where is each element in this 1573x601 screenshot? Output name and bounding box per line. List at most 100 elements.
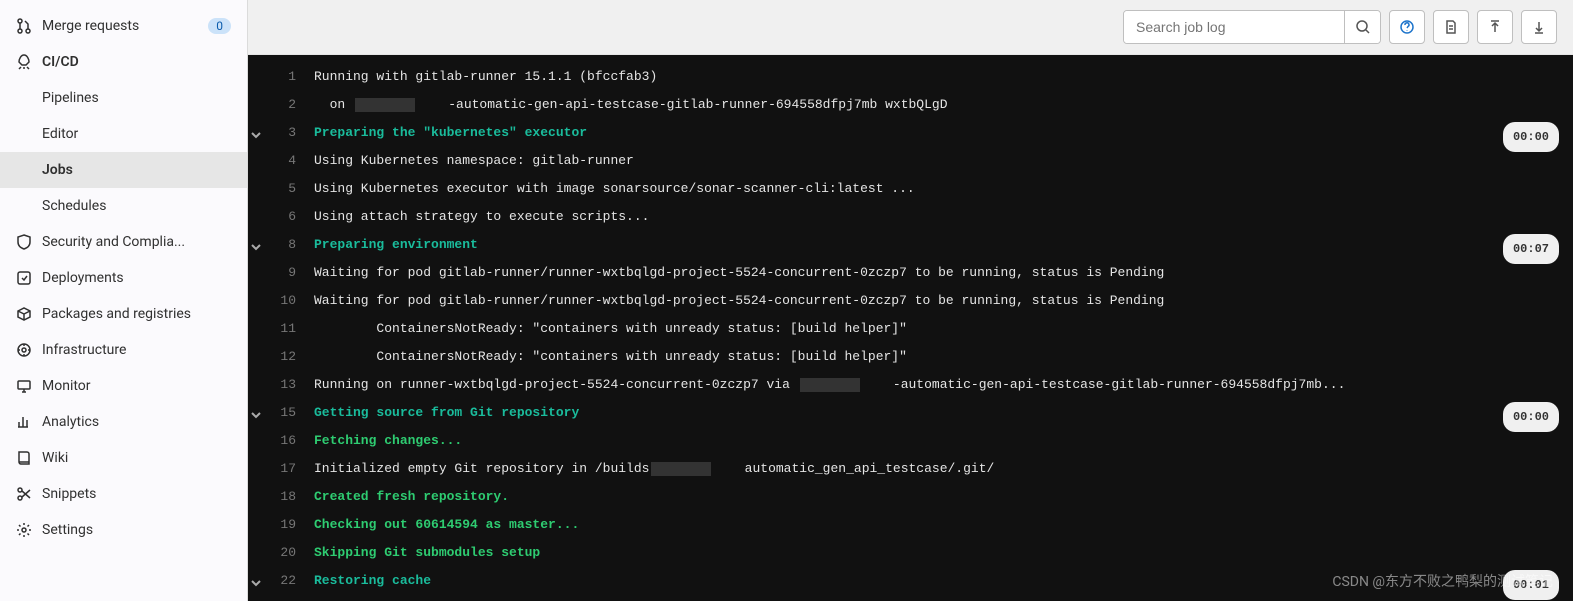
- watermark: CSDN @东方不败之鸭梨的测试笔记: [1332, 571, 1553, 591]
- line-number[interactable]: 10: [262, 287, 296, 315]
- log-text: Restoring cache: [314, 567, 431, 595]
- sidebar-item-monitor[interactable]: Monitor: [0, 368, 247, 404]
- log-line: 20 Skipping Git submodules setup: [248, 539, 1573, 567]
- log-text: ContainersNotReady: "containers with unr…: [314, 343, 907, 371]
- main-content: 1 Running with gitlab-runner 15.1.1 (bfcc…: [248, 0, 1573, 601]
- nav-label: Packages and registries: [42, 306, 231, 322]
- line-number[interactable]: 22: [262, 567, 296, 595]
- sidebar-item-snippets[interactable]: Snippets: [0, 476, 247, 512]
- log-line: 18 Created fresh repository.: [248, 483, 1573, 511]
- search-button[interactable]: [1344, 11, 1380, 43]
- log-text: Skipping Git submodules setup: [314, 539, 540, 567]
- line-number[interactable]: 4: [262, 147, 296, 175]
- line-number[interactable]: 15: [262, 399, 296, 427]
- sidebar-sub-pipelines[interactable]: Pipelines: [0, 80, 247, 116]
- document-icon: [1443, 19, 1459, 35]
- log-line: 19 Checking out 60614594 as master...: [248, 511, 1573, 539]
- sidebar-sub-jobs[interactable]: Jobs: [0, 152, 247, 188]
- line-number[interactable]: 11: [262, 315, 296, 343]
- line-number[interactable]: 1: [262, 63, 296, 91]
- log-text: ContainersNotReady: "containers with unr…: [314, 315, 907, 343]
- log-text: Preparing environment: [314, 231, 478, 259]
- search-wrap: [1123, 10, 1381, 44]
- line-number[interactable]: 19: [262, 511, 296, 539]
- nav-label: Settings: [42, 522, 231, 538]
- log-line: 13 Running on runner-wxtbqlgd-project-552…: [248, 371, 1573, 399]
- log-line: 1 Running with gitlab-runner 15.1.1 (bfcc…: [248, 63, 1573, 91]
- log-line: 17 Initialized empty Git repository in /b…: [248, 455, 1573, 483]
- raw-log-button[interactable]: [1433, 10, 1469, 44]
- sidebar-item-packages[interactable]: Packages and registries: [0, 296, 247, 332]
- shield-icon: [16, 234, 32, 250]
- merge-request-icon: [16, 18, 32, 34]
- sidebar-item-wiki[interactable]: Wiki: [0, 440, 247, 476]
- nav-label: Monitor: [42, 378, 231, 394]
- log-line: 5Using Kubernetes executor with image so…: [248, 175, 1573, 203]
- log-text: Waiting for pod gitlab-runner/runner-wxt…: [314, 259, 1164, 287]
- sidebar-item-analytics[interactable]: Analytics: [0, 404, 247, 440]
- sidebar-item-security[interactable]: Security and Complia...: [0, 224, 247, 260]
- nav-label: Jobs: [42, 162, 73, 178]
- rocket-icon: [16, 54, 32, 70]
- sidebar-item-merge-requests[interactable]: Merge requests 0: [0, 8, 247, 44]
- deployments-icon: [16, 270, 32, 286]
- log-text: on -automatic-gen-api-testcase-gitlab-ru…: [314, 91, 948, 119]
- job-log-toolbar: [248, 0, 1573, 55]
- help-button[interactable]: [1389, 10, 1425, 44]
- sidebar-item-deployments[interactable]: Deployments: [0, 260, 247, 296]
- nav-label: Snippets: [42, 486, 231, 502]
- nav-label: Deployments: [42, 270, 231, 286]
- log-line: 4Using Kubernetes namespace: gitlab-runn…: [248, 147, 1573, 175]
- log-text: Initialized empty Git repository in /bui…: [314, 455, 994, 483]
- line-number[interactable]: 2: [262, 91, 296, 119]
- nav-label: Security and Complia...: [42, 234, 231, 250]
- log-line: 11 ContainersNotReady: "containers with …: [248, 315, 1573, 343]
- sidebar-item-infrastructure[interactable]: Infrastructure: [0, 332, 247, 368]
- line-number[interactable]: 17: [262, 455, 296, 483]
- line-number[interactable]: 8: [262, 231, 296, 259]
- sidebar-sub-editor[interactable]: Editor: [0, 116, 247, 152]
- line-number[interactable]: 18: [262, 483, 296, 511]
- scroll-top-button[interactable]: [1477, 10, 1513, 44]
- log-text: Checking out 60614594 as master...: [314, 511, 579, 539]
- book-icon: [16, 450, 32, 466]
- chevron-down-icon[interactable]: [248, 574, 262, 601]
- log-line: 9 Waiting for pod gitlab-runner/runner-wx…: [248, 259, 1573, 287]
- log-text: Fetching changes...: [314, 427, 462, 455]
- log-text: Running on runner-wxtbqlgd-project-5524-…: [314, 371, 1345, 399]
- line-number[interactable]: 13: [262, 371, 296, 399]
- gear-icon: [16, 522, 32, 538]
- package-icon: [16, 306, 32, 322]
- line-number[interactable]: 6: [262, 203, 296, 231]
- sidebar-item-cicd[interactable]: CI/CD: [0, 44, 247, 80]
- sidebar-sub-schedules[interactable]: Schedules: [0, 188, 247, 224]
- search-input[interactable]: [1124, 11, 1344, 43]
- nav-label: Merge requests: [42, 18, 198, 34]
- scissors-icon: [16, 486, 32, 502]
- redacted: [355, 98, 415, 112]
- log-text: Running with gitlab-runner 15.1.1 (bfccf…: [314, 63, 657, 91]
- infrastructure-icon: [16, 342, 32, 358]
- log-line: 8Preparing environment00:07: [248, 231, 1573, 259]
- log-text: Created fresh repository.: [314, 483, 509, 511]
- arrow-down-icon: [1531, 19, 1547, 35]
- nav-label: CI/CD: [42, 54, 231, 70]
- nav-label: Wiki: [42, 450, 231, 466]
- log-text: Waiting for pod gitlab-runner/runner-wxt…: [314, 287, 1164, 315]
- nav-label: Pipelines: [42, 90, 99, 106]
- log-line: 15Getting source from Git repository00:0…: [248, 399, 1573, 427]
- line-number[interactable]: 9: [262, 259, 296, 287]
- scroll-bottom-button[interactable]: [1521, 10, 1557, 44]
- line-number[interactable]: 5: [262, 175, 296, 203]
- line-number[interactable]: 20: [262, 539, 296, 567]
- sidebar-item-settings[interactable]: Settings: [0, 512, 247, 548]
- line-number[interactable]: 12: [262, 343, 296, 371]
- line-number[interactable]: 16: [262, 427, 296, 455]
- monitor-icon: [16, 378, 32, 394]
- redacted: [651, 462, 711, 476]
- line-number[interactable]: 3: [262, 119, 296, 147]
- search-icon: [1355, 19, 1371, 35]
- job-log[interactable]: 1 Running with gitlab-runner 15.1.1 (bfcc…: [248, 55, 1573, 601]
- merge-requests-badge: 0: [208, 18, 231, 34]
- nav-label: Analytics: [42, 414, 231, 430]
